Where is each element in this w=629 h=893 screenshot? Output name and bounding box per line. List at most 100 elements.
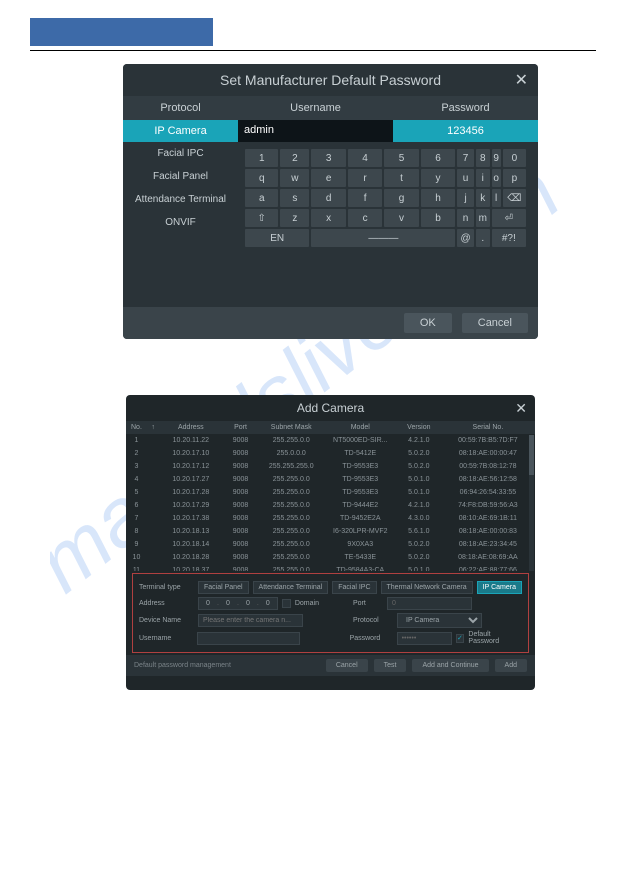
close-icon[interactable]: ✕ <box>515 70 528 90</box>
device-name-input[interactable] <box>198 614 303 627</box>
camera-table: No. ↑ Address Port Subnet Mask Model Ver… <box>126 421 535 571</box>
enter-icon[interactable]: ⏎ <box>492 209 526 227</box>
kbd-key[interactable]: 3 <box>311 149 345 167</box>
kbd-key[interactable]: a <box>245 189 278 207</box>
ok-button[interactable]: OK <box>404 313 452 333</box>
kbd-key[interactable]: 0 <box>503 149 526 167</box>
test-button[interactable]: Test <box>374 659 407 672</box>
table-row[interactable]: 910.20.18.149008255.255.0.09X0XA35.0.2.0… <box>126 538 535 551</box>
kbd-key[interactable]: 9 <box>492 149 501 167</box>
table-row[interactable]: 810.20.18.139008255.255.0.0I6-320LPR-MVF… <box>126 525 535 538</box>
kbd-key[interactable]: d <box>311 189 345 207</box>
kbd-key[interactable]: 2 <box>280 149 309 167</box>
protocol-item[interactable]: ONVIF <box>123 211 238 234</box>
col-port[interactable]: Port <box>222 421 259 434</box>
protocol-item[interactable]: Facial IPC <box>123 142 238 165</box>
kbd-key[interactable]: f <box>348 189 382 207</box>
username-input[interactable]: admin <box>238 120 393 142</box>
kbd-key[interactable]: 6 <box>421 149 455 167</box>
protocol-item[interactable]: Attendance Terminal <box>123 188 238 211</box>
ip-address-input[interactable]: . . . <box>198 597 278 610</box>
cancel-button[interactable]: Cancel <box>462 313 528 333</box>
kbd-key[interactable]: . <box>476 229 490 247</box>
port-input[interactable] <box>387 597 472 610</box>
ip-octet-2[interactable] <box>219 598 237 609</box>
col-no[interactable]: No. <box>126 421 147 434</box>
col-version[interactable]: Version <box>397 421 441 434</box>
table-row[interactable]: 610.20.17.299008255.255.0.0TD-9444E24.2.… <box>126 499 535 512</box>
kbd-key[interactable]: p <box>503 169 526 187</box>
table-row[interactable]: 410.20.17.279008255.255.0.0TD-9553E35.0.… <box>126 473 535 486</box>
kbd-key[interactable]: j <box>457 189 474 207</box>
table-row[interactable]: 310.20.17.129008255.255.255.0TD-9553E35.… <box>126 460 535 473</box>
kbd-key[interactable]: h <box>421 189 455 207</box>
cancel-button[interactable]: Cancel <box>326 659 368 672</box>
kbd-key[interactable]: e <box>311 169 345 187</box>
close-icon[interactable]: ✕ <box>515 400 527 417</box>
terminal-btn-attendance[interactable]: Attendance Terminal <box>253 581 329 594</box>
ip-octet-4[interactable] <box>259 598 277 609</box>
col-address[interactable]: Address <box>159 421 222 434</box>
kbd-key[interactable]: z <box>280 209 309 227</box>
domain-checkbox[interactable] <box>282 599 291 608</box>
col-subnet-mask[interactable]: Subnet Mask <box>259 421 324 434</box>
default-password-management-link[interactable]: Default password management <box>134 662 231 669</box>
backspace-icon[interactable]: ⌫ <box>503 189 526 207</box>
table-row[interactable]: 510.20.17.289008255.255.0.0TD-9553E35.0.… <box>126 486 535 499</box>
terminal-btn-facial-ipc[interactable]: Facial IPC <box>332 581 376 594</box>
kbd-key[interactable]: 8 <box>476 149 490 167</box>
kbd-key[interactable]: o <box>492 169 501 187</box>
kbd-key[interactable]: k <box>476 189 490 207</box>
kbd-key[interactable]: t <box>384 169 418 187</box>
scrollbar[interactable] <box>529 435 534 571</box>
kbd-key[interactable]: n <box>457 209 474 227</box>
terminal-btn-facial-panel[interactable]: Facial Panel <box>198 581 249 594</box>
kbd-key[interactable]: r <box>348 169 382 187</box>
shift-icon[interactable]: ⇧ <box>245 209 278 227</box>
kbd-key[interactable]: x <box>311 209 345 227</box>
kbd-key[interactable]: l <box>492 189 501 207</box>
add-continue-button[interactable]: Add and Continue <box>412 659 488 672</box>
sort-arrow-icon[interactable]: ↑ <box>147 421 160 434</box>
kbd-key[interactable]: w <box>280 169 309 187</box>
kbd-key[interactable]: b <box>421 209 455 227</box>
kbd-key[interactable]: s <box>280 189 309 207</box>
ip-octet-1[interactable] <box>199 598 217 609</box>
scrollbar-thumb[interactable] <box>529 435 534 475</box>
kbd-lang[interactable]: EN <box>245 229 309 247</box>
col-serial-no[interactable]: Serial No. <box>441 421 535 434</box>
kbd-key[interactable]: 5 <box>384 149 418 167</box>
kbd-key[interactable]: m <box>476 209 490 227</box>
kbd-key[interactable]: i <box>476 169 490 187</box>
terminal-btn-thermal[interactable]: Thermal Network Camera <box>381 581 473 594</box>
username-input[interactable] <box>197 632 300 645</box>
protocol-item[interactable]: Facial Panel <box>123 165 238 188</box>
password-input[interactable] <box>397 632 452 645</box>
protocol-select[interactable]: IP Camera <box>397 613 482 628</box>
table-row[interactable]: 710.20.17.389008255.255.0.0TD-9452E2A4.3… <box>126 512 535 525</box>
kbd-key[interactable]: 4 <box>348 149 382 167</box>
kbd-symbols[interactable]: #?! <box>492 229 526 247</box>
spacebar-key[interactable]: ——— <box>311 229 455 247</box>
cell-no: 7 <box>126 512 147 525</box>
table-row[interactable]: 210.20.17.109008255.0.0.0TD-5412E5.0.2.0… <box>126 447 535 460</box>
table-row[interactable]: 110.20.11.229008255.255.0.0NT5000ED-SIR.… <box>126 434 535 447</box>
table-row[interactable]: 1010.20.18.289008255.255.0.0TE-5433E5.0.… <box>126 551 535 564</box>
kbd-key[interactable]: v <box>384 209 418 227</box>
add-button[interactable]: Add <box>495 659 527 672</box>
kbd-key[interactable]: c <box>348 209 382 227</box>
col-model[interactable]: Model <box>324 421 397 434</box>
terminal-btn-ip-camera[interactable]: IP Camera <box>477 581 522 594</box>
kbd-key[interactable]: g <box>384 189 418 207</box>
kbd-key[interactable]: y <box>421 169 455 187</box>
default-password-checkbox[interactable]: ✓ <box>456 634 465 643</box>
kbd-key[interactable]: 1 <box>245 149 278 167</box>
table-row[interactable]: 1110.20.18.379008255.255.0.0TD-9584A3-CA… <box>126 564 535 571</box>
kbd-key[interactable]: u <box>457 169 474 187</box>
selected-protocol-row[interactable]: IP Camera admin 123456 <box>123 120 538 142</box>
kbd-key[interactable]: 7 <box>457 149 474 167</box>
cell-serial: 00:59:7B:B5:7D:F7 <box>441 434 535 447</box>
kbd-key[interactable]: @ <box>457 229 474 247</box>
ip-octet-3[interactable] <box>239 598 257 609</box>
kbd-key[interactable]: q <box>245 169 278 187</box>
